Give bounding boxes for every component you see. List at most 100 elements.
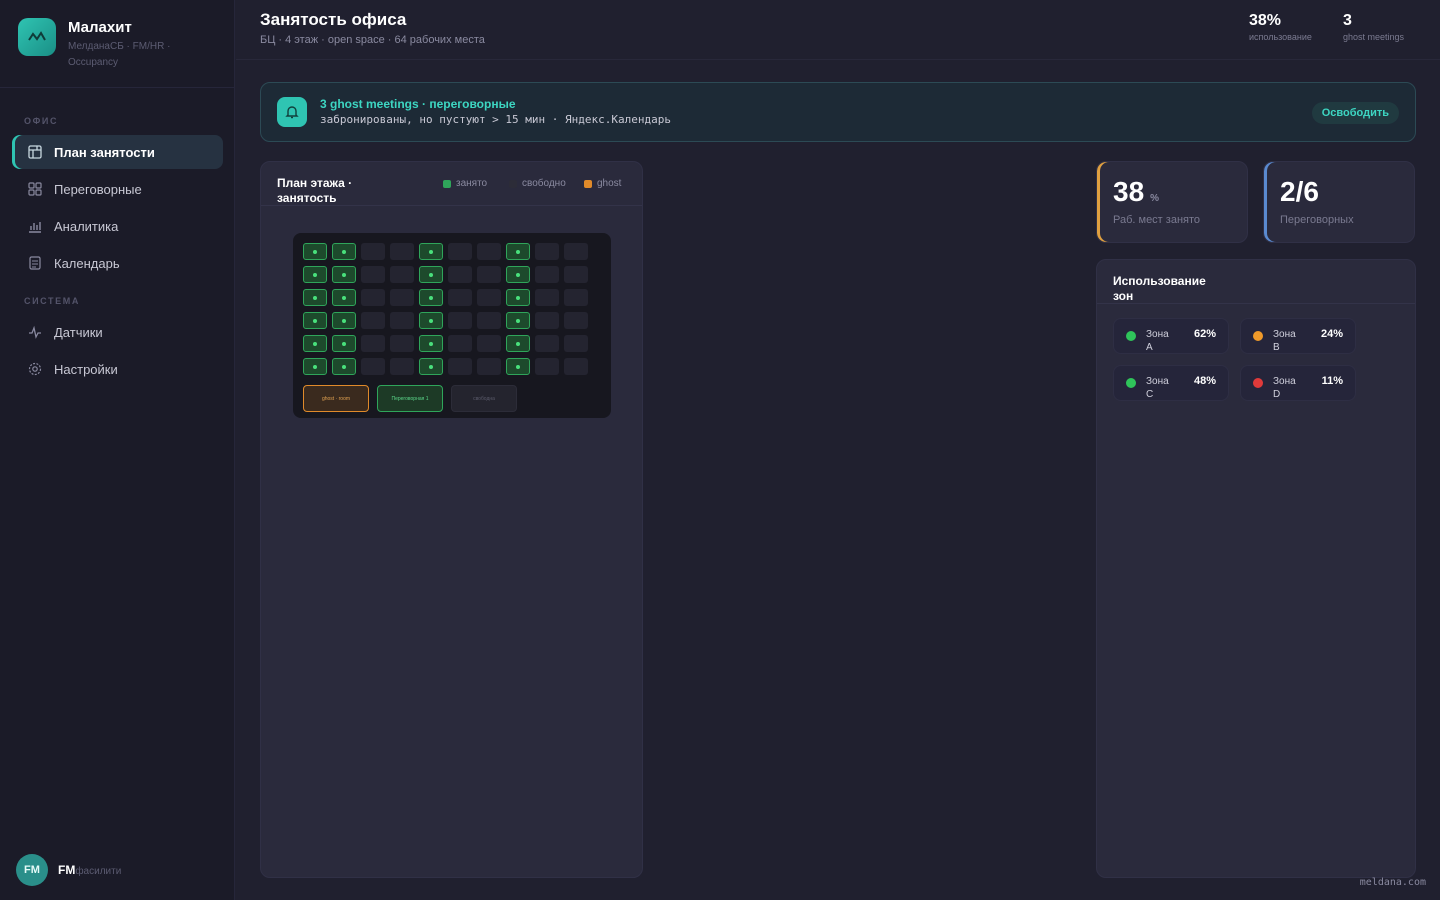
stat-utilization: 38% использование [1249, 12, 1312, 42]
zone-card-b[interactable]: Зона B 24% [1240, 318, 1356, 354]
desk[interactable] [448, 266, 472, 283]
desk[interactable] [361, 358, 385, 375]
desk[interactable] [535, 266, 559, 283]
desk[interactable] [448, 312, 472, 329]
desk[interactable] [390, 266, 414, 283]
sidebar: Малахит МелданаСБ · FM/HR · Occupancy ОФ… [0, 0, 235, 900]
desk[interactable] [332, 358, 356, 375]
desk[interactable] [535, 358, 559, 375]
desk[interactable] [506, 243, 530, 260]
desk[interactable] [303, 243, 327, 260]
desk[interactable] [390, 358, 414, 375]
zone-status-dot [1126, 378, 1136, 388]
desk[interactable] [419, 335, 443, 352]
desk[interactable] [332, 243, 356, 260]
desk[interactable] [361, 335, 385, 352]
nav-section-office: ОФИС [24, 116, 59, 126]
desk[interactable] [361, 312, 385, 329]
desk[interactable] [361, 243, 385, 260]
kpi-unit: % [1150, 193, 1160, 204]
desk[interactable] [535, 289, 559, 306]
desk[interactable] [419, 243, 443, 260]
desk[interactable] [448, 335, 472, 352]
sidebar-item-rooms[interactable]: Переговорные [12, 172, 223, 206]
desk[interactable] [361, 266, 385, 283]
desk[interactable] [477, 289, 501, 306]
kpi-rooms: 2/6 Переговорных [1263, 161, 1415, 243]
user-profile[interactable]: FM FMфасилити [16, 854, 121, 886]
desk[interactable] [506, 312, 530, 329]
wave-icon [18, 18, 56, 56]
desk[interactable] [303, 358, 327, 375]
desk[interactable] [448, 243, 472, 260]
panel-header: Использование зон [1097, 260, 1415, 304]
desk[interactable] [564, 289, 588, 306]
legend-label: занято [456, 178, 488, 189]
desk[interactable] [390, 289, 414, 306]
desk[interactable] [477, 335, 501, 352]
zones-panel: Использование зон Зона A 62% Зона B 24% … [1096, 259, 1416, 878]
room-busy[interactable]: Переговорная 1 [377, 385, 443, 412]
desk[interactable] [419, 358, 443, 375]
desk[interactable] [332, 312, 356, 329]
floor-map: ghost · room Переговорная 1 свободна [293, 233, 611, 418]
panel-header: План этажа · занятость занято свободно g… [261, 162, 642, 206]
desk[interactable] [419, 266, 443, 283]
desk[interactable] [332, 266, 356, 283]
desk[interactable] [303, 335, 327, 352]
room-free[interactable]: свободна [451, 385, 517, 412]
calendar-icon [28, 256, 42, 270]
legend-free: свободно [509, 178, 566, 189]
desk[interactable] [332, 335, 356, 352]
top-bar: Занятость офиса БЦ · 4 этаж · open space… [236, 0, 1440, 60]
sidebar-item-sensors[interactable]: Датчики [12, 315, 223, 349]
stat-label: ghost meetings [1343, 32, 1405, 42]
desk[interactable] [477, 358, 501, 375]
desk[interactable] [506, 335, 530, 352]
desk[interactable] [535, 335, 559, 352]
desk[interactable] [564, 312, 588, 329]
desk[interactable] [477, 243, 501, 260]
room-ghost[interactable]: ghost · room [303, 385, 369, 412]
desk[interactable] [303, 312, 327, 329]
zone-card-a[interactable]: Зона A 62% [1113, 318, 1229, 354]
legend-label: свободно [522, 178, 566, 189]
sidebar-item-analytics[interactable]: Аналитика [12, 209, 223, 243]
desk[interactable] [419, 312, 443, 329]
release-rooms-button[interactable]: Освободить [1311, 102, 1399, 124]
desk[interactable] [477, 266, 501, 283]
brand: Малахит МелданаСБ · FM/HR · Occupancy [0, 0, 234, 88]
desk[interactable] [303, 266, 327, 283]
legend-ghost: ghost [584, 178, 621, 189]
desk[interactable] [535, 312, 559, 329]
desk[interactable] [564, 243, 588, 260]
sidebar-item-calendar[interactable]: Календарь [12, 246, 223, 280]
legend-swatch [509, 179, 517, 188]
desk[interactable] [390, 243, 414, 260]
zone-card-c[interactable]: Зона C 48% [1113, 365, 1229, 401]
zone-status-dot [1126, 331, 1136, 341]
sidebar-item-floor-plan[interactable]: План занятости [12, 135, 223, 169]
panel-title: План этажа · занятость [277, 176, 353, 205]
desk[interactable] [564, 358, 588, 375]
desk[interactable] [506, 266, 530, 283]
desk[interactable] [332, 289, 356, 306]
kpi-label: Переговорных [1280, 214, 1354, 226]
desk[interactable] [361, 289, 385, 306]
desk[interactable] [448, 289, 472, 306]
desk[interactable] [535, 243, 559, 260]
desk[interactable] [303, 289, 327, 306]
desk[interactable] [390, 335, 414, 352]
sidebar-item-label: План занятости [54, 144, 155, 160]
kpi-number: 2/6 [1280, 176, 1319, 207]
desk[interactable] [564, 266, 588, 283]
desk[interactable] [419, 289, 443, 306]
zone-card-d[interactable]: Зона D 11% [1240, 365, 1356, 401]
desk[interactable] [506, 289, 530, 306]
desk[interactable] [390, 312, 414, 329]
desk[interactable] [477, 312, 501, 329]
sidebar-item-settings[interactable]: Настройки [12, 352, 223, 386]
desk[interactable] [506, 358, 530, 375]
desk[interactable] [564, 335, 588, 352]
desk[interactable] [448, 358, 472, 375]
